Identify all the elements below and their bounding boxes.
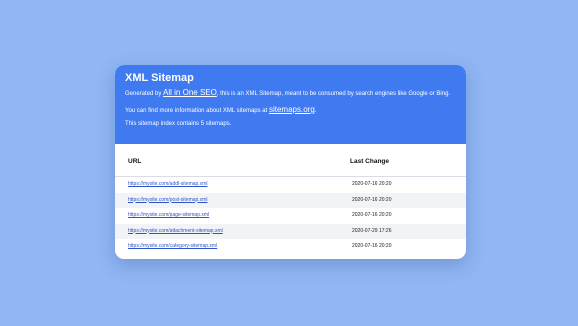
last-change-value: 2020-07-16 20:20 — [352, 243, 392, 249]
last-change-value: 2020-07-16 20:20 — [352, 196, 392, 203]
sitemap-count-text: This sitemap index contains 5 sitemaps. — [125, 121, 232, 127]
table-row: https://mysite.com/addl-sitemap.xml 2020… — [115, 177, 466, 193]
sitemaps-org-link[interactable]: sitemaps.org — [269, 105, 315, 114]
page-title: XML Sitemap — [125, 72, 194, 84]
sitemap-header: XML Sitemap Generated by All in One SEO,… — [115, 65, 466, 144]
info-suffix: . — [314, 108, 317, 114]
table-row: https://mysite.com/page-sitemap.xml 2020… — [115, 208, 466, 224]
table-row: https://mysite.com/post-sitemap.xml 2020… — [115, 192, 466, 208]
column-header-url: URL — [128, 158, 142, 165]
sitemap-card: XML Sitemap Generated by All in One SEO,… — [115, 65, 466, 259]
last-change-value: 2020-07-29 17:26 — [352, 227, 392, 234]
generated-by-text: Generated by All in One SEO, this is an … — [125, 88, 450, 99]
table-row: https://mysite.com/category-sitemap.xml … — [115, 239, 466, 255]
generated-prefix: Generated by — [125, 91, 164, 97]
table-header: URL Last Change — [115, 144, 466, 177]
sitemap-url-link[interactable]: https://mysite.com/post-sitemap.xml — [128, 197, 207, 204]
info-prefix: You can find more information about XML … — [125, 108, 269, 114]
column-header-last-change: Last Change — [350, 158, 390, 165]
sitemap-url-link[interactable]: https://mysite.com/category-sitemap.xml — [128, 243, 217, 250]
sitemap-url-link[interactable]: https://mysite.com/addl-sitemap.xml — [128, 181, 207, 188]
sitemap-url-link[interactable]: https://mysite.com/attachment-sitemap.xm… — [128, 228, 223, 235]
info-text: You can find more information about XML … — [125, 105, 316, 116]
aioseo-link[interactable]: All in One SEO — [163, 88, 217, 97]
table-row: https://mysite.com/attachment-sitemap.xm… — [115, 223, 466, 239]
sitemap-url-link[interactable]: https://mysite.com/page-sitemap.xml — [128, 212, 209, 219]
last-change-value: 2020-07-16 20:20 — [352, 181, 392, 187]
generated-suffix: , this is an XML Sitemap, meant to be co… — [216, 91, 451, 97]
last-change-value: 2020-07-16 20:20 — [352, 212, 392, 218]
